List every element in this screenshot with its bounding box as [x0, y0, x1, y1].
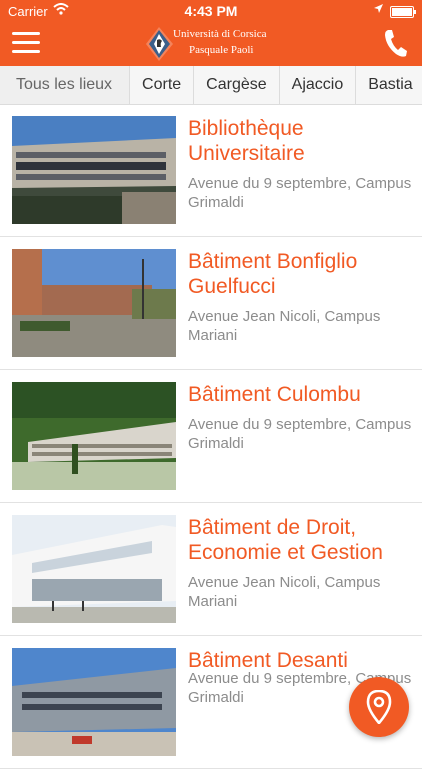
place-title: Bâtiment Bonfiglio Guelfucci	[188, 250, 358, 298]
place-photo	[12, 648, 176, 756]
status-bar: Carrier 4:43 PM	[0, 0, 422, 22]
location-arrow-icon	[373, 3, 384, 17]
app-header: Carrier 4:43 PM Università di Corsica Pa…	[0, 0, 422, 66]
tab-bastia[interactable]: Bastia	[356, 66, 422, 104]
place-title: Bâtiment Culombu	[188, 383, 361, 406]
place-address: Avenue du 9 septembre, Campus Grimaldi	[188, 175, 412, 211]
tab-ajaccio[interactable]: Ajaccio	[280, 66, 357, 104]
phone-button[interactable]	[382, 28, 408, 58]
place-address: Avenue Jean Nicoli, Campus Mariani	[188, 308, 381, 344]
phone-icon	[385, 30, 407, 57]
places-list: Bibliothèque Universitaire Avenue du 9 s…	[0, 104, 422, 769]
list-item[interactable]: Bâtiment Culombu Avenue du 9 septembre, …	[0, 370, 422, 503]
logo-emblem-icon	[146, 27, 173, 61]
university-logo: Università di Corsica Pasquale Paoli	[145, 26, 285, 62]
list-item[interactable]: Bâtiment Bonfiglio Guelfucci Avenue Jean…	[0, 237, 422, 370]
tab-tous-les-lieux[interactable]: Tous les lieux	[0, 66, 131, 104]
location-pin-icon	[366, 690, 392, 724]
location-filter-tabs: Tous les lieux Corte Cargèse Ajaccio Bas…	[0, 66, 422, 105]
list-item[interactable]: Bibliothèque Universitaire Avenue du 9 s…	[0, 104, 422, 237]
place-photo	[12, 116, 176, 224]
place-title: Bâtiment de Droit, Economie et Gestion	[188, 516, 383, 564]
place-title: Bibliothèque Universitaire	[188, 117, 305, 165]
menu-icon	[12, 32, 40, 35]
menu-button[interactable]	[12, 32, 40, 54]
place-photo	[12, 515, 176, 623]
place-address: Avenue Jean Nicoli, Campus Mariani	[188, 574, 381, 610]
status-time: 4:43 PM	[184, 3, 238, 19]
battery-icon	[390, 6, 416, 18]
place-photo	[12, 249, 176, 357]
logo-line-1: Università di Corsica	[173, 28, 267, 40]
tab-corte[interactable]: Corte	[130, 66, 195, 104]
logo-line-2: Pasquale Paoli	[189, 44, 254, 56]
tab-cargese[interactable]: Cargèse	[194, 66, 280, 104]
place-address: Avenue du 9 septembre, Campus Grimaldi	[188, 416, 412, 452]
list-item[interactable]: Bâtiment de Droit, Economie et Gestion A…	[0, 503, 422, 636]
place-photo	[12, 382, 176, 490]
map-location-button[interactable]	[349, 677, 409, 737]
